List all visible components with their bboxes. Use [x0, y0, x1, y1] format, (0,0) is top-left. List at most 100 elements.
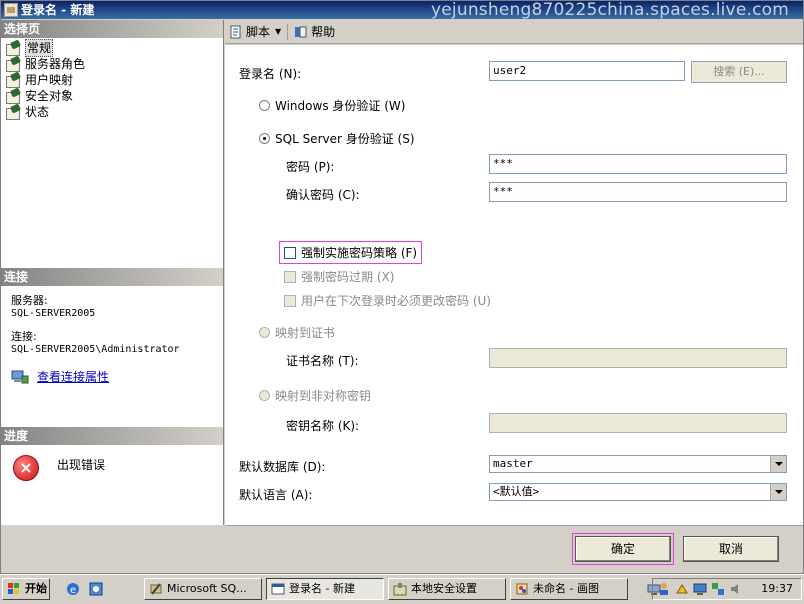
system-tray: 19:37 [652, 578, 802, 600]
progress-status: 出现错误 [57, 458, 106, 472]
connection-label: 连接: [11, 330, 37, 343]
tray-display-icon[interactable] [711, 582, 725, 596]
confirm-password-input[interactable]: *** [489, 182, 787, 202]
map-cert-option[interactable]: 映射到证书 [259, 324, 335, 341]
connection-properties-icon [11, 370, 29, 384]
default-database-select[interactable]: master [489, 455, 787, 473]
general-page-form: 登录名 (N): user2 搜索 (E)... Windows 身份验证 (W… [225, 45, 803, 525]
page-item-label: 用户映射 [25, 73, 74, 87]
windows-logo-icon [7, 582, 21, 596]
default-language-label: 默认语言 (A): [239, 488, 313, 502]
taskbar-item-label: 未命名 - 画图 [533, 582, 599, 595]
enforce-expiration-checkbox[interactable] [284, 271, 296, 283]
tray-volume-icon[interactable] [729, 582, 743, 596]
window-title: 登录名 - 新建 [21, 3, 95, 17]
toolbar: 脚本 ▼ 帮助 [225, 20, 803, 44]
must-change-checkbox[interactable] [284, 295, 296, 307]
enforce-password-policy-option[interactable]: 强制实施密码策略 (F) [278, 241, 423, 264]
windows-auth-radio[interactable] [259, 100, 270, 111]
dialog-button-bar: 确定 取消 [225, 525, 803, 573]
key-name-label: 密钥名称 (K): [286, 419, 360, 433]
help-icon [294, 25, 308, 39]
taskbar-item-label: Microsoft SQ... [167, 582, 247, 595]
security-settings-icon [393, 582, 407, 596]
sql-auth-option[interactable]: SQL Server 身份验证 (S) [259, 130, 415, 147]
script-button[interactable]: 脚本 ▼ [229, 23, 281, 40]
progress-section: 进度 × 出现错误 [1, 427, 223, 481]
default-database-label: 默认数据库 (D): [239, 460, 326, 474]
watermark-text: yejunsheng870225china.spaces.live.com [431, 0, 789, 20]
page-item-server-roles[interactable]: 服务器角色 [5, 56, 223, 72]
must-change-option[interactable]: 用户在下次登录时必须更改密码 (U) [284, 292, 491, 309]
map-cert-radio[interactable] [259, 327, 270, 338]
sql-auth-radio[interactable] [259, 133, 270, 144]
clock[interactable]: 19:37 [761, 579, 793, 599]
password-input[interactable]: *** [489, 154, 787, 174]
progress-header: 进度 [1, 427, 223, 445]
chevron-down-icon[interactable] [770, 484, 786, 500]
chevron-down-icon[interactable] [770, 456, 786, 472]
error-icon: × [13, 455, 39, 481]
default-language-value: <默认值> [493, 485, 540, 498]
tray-tools-icon[interactable] [675, 582, 689, 596]
map-cert-label: 映射到证书 [275, 326, 336, 340]
taskbar-item-label: 本地安全设置 [411, 582, 477, 595]
taskbar-item-paint[interactable]: 未命名 - 画图 [510, 578, 628, 600]
title-bar[interactable]: 登录名 - 新建 yejunsheng870225china.spaces.li… [1, 1, 803, 19]
taskbar-item-security-settings[interactable]: 本地安全设置 [388, 578, 506, 600]
tray-monitor-icon[interactable] [693, 582, 707, 596]
sql-tools-icon [149, 582, 163, 596]
start-label: 开始 [25, 582, 47, 595]
login-name-input[interactable]: user2 [489, 61, 685, 81]
help-button[interactable]: 帮助 [294, 23, 335, 40]
windows-auth-label: Windows 身份验证 (W) [275, 99, 406, 113]
search-button[interactable]: 搜索 (E)... [691, 61, 787, 83]
enforce-expiration-option[interactable]: 强制密码过期 (X) [284, 268, 394, 285]
page-item-label: 安全对象 [25, 89, 74, 103]
connection-value: SQL-SERVER2005\Administrator [11, 344, 180, 355]
map-asym-key-option[interactable]: 映射到非对称密钥 [259, 387, 371, 404]
page-item-user-mapping[interactable]: 用户映射 [5, 72, 223, 88]
help-label: 帮助 [311, 25, 336, 39]
default-language-select[interactable]: <默认值> [489, 483, 787, 501]
window-app-icon [4, 3, 18, 17]
windows-auth-option[interactable]: Windows 身份验证 (W) [259, 97, 405, 114]
taskbar-item-sql[interactable]: Microsoft SQ... [144, 578, 262, 600]
taskbar-item-login[interactable]: 登录名 - 新建 [266, 578, 384, 600]
page-item-securables[interactable]: 安全对象 [5, 88, 223, 104]
server-value: SQL-SERVER2005 [11, 308, 96, 319]
start-button[interactable]: 开始 [2, 578, 50, 600]
login-name-label: 登录名 (N): [239, 67, 302, 81]
page-icon [5, 41, 21, 56]
key-name-input[interactable] [489, 413, 787, 433]
password-label: 密码 (P): [286, 160, 335, 174]
map-asym-key-label: 映射到非对称密钥 [275, 389, 372, 403]
map-asym-key-radio[interactable] [259, 390, 270, 401]
ie-icon[interactable]: e [66, 582, 80, 596]
view-connection-properties-link[interactable]: 查看连接属性 [37, 370, 109, 384]
quicklaunch-icon[interactable] [89, 582, 103, 596]
sql-auth-label: SQL Server 身份验证 (S) [275, 132, 415, 146]
server-label: 服务器: [11, 294, 48, 307]
page-item-label: 服务器角色 [25, 57, 86, 71]
page-item-label: 常规 [25, 39, 54, 57]
ok-button[interactable]: 确定 [572, 533, 674, 565]
paint-icon [515, 582, 529, 596]
enforce-password-policy-label: 强制实施密码策略 (F) [301, 246, 418, 260]
select-page-header: 选择页 [1, 20, 223, 38]
page-item-status[interactable]: 状态 [5, 104, 223, 120]
cancel-button[interactable]: 取消 [683, 536, 779, 562]
left-panel: 选择页 常规 服务器角色 用户映射 安全对象 状态 连接 服务器: SQL-SE… [1, 20, 224, 525]
tray-user-icon[interactable] [657, 582, 671, 596]
svg-text:e: e [70, 585, 76, 596]
enforce-password-policy-checkbox[interactable] [284, 247, 296, 259]
enforce-expiration-label: 强制密码过期 (X) [301, 270, 395, 284]
page-icon [5, 73, 21, 88]
page-list: 常规 服务器角色 用户映射 安全对象 状态 [1, 38, 223, 120]
page-item-general[interactable]: 常规 [5, 39, 223, 57]
cert-name-input[interactable] [489, 348, 787, 368]
page-icon [5, 89, 21, 104]
taskbar-item-label: 登录名 - 新建 [289, 582, 355, 595]
connection-header: 连接 [1, 268, 223, 286]
window-icon [271, 582, 285, 596]
